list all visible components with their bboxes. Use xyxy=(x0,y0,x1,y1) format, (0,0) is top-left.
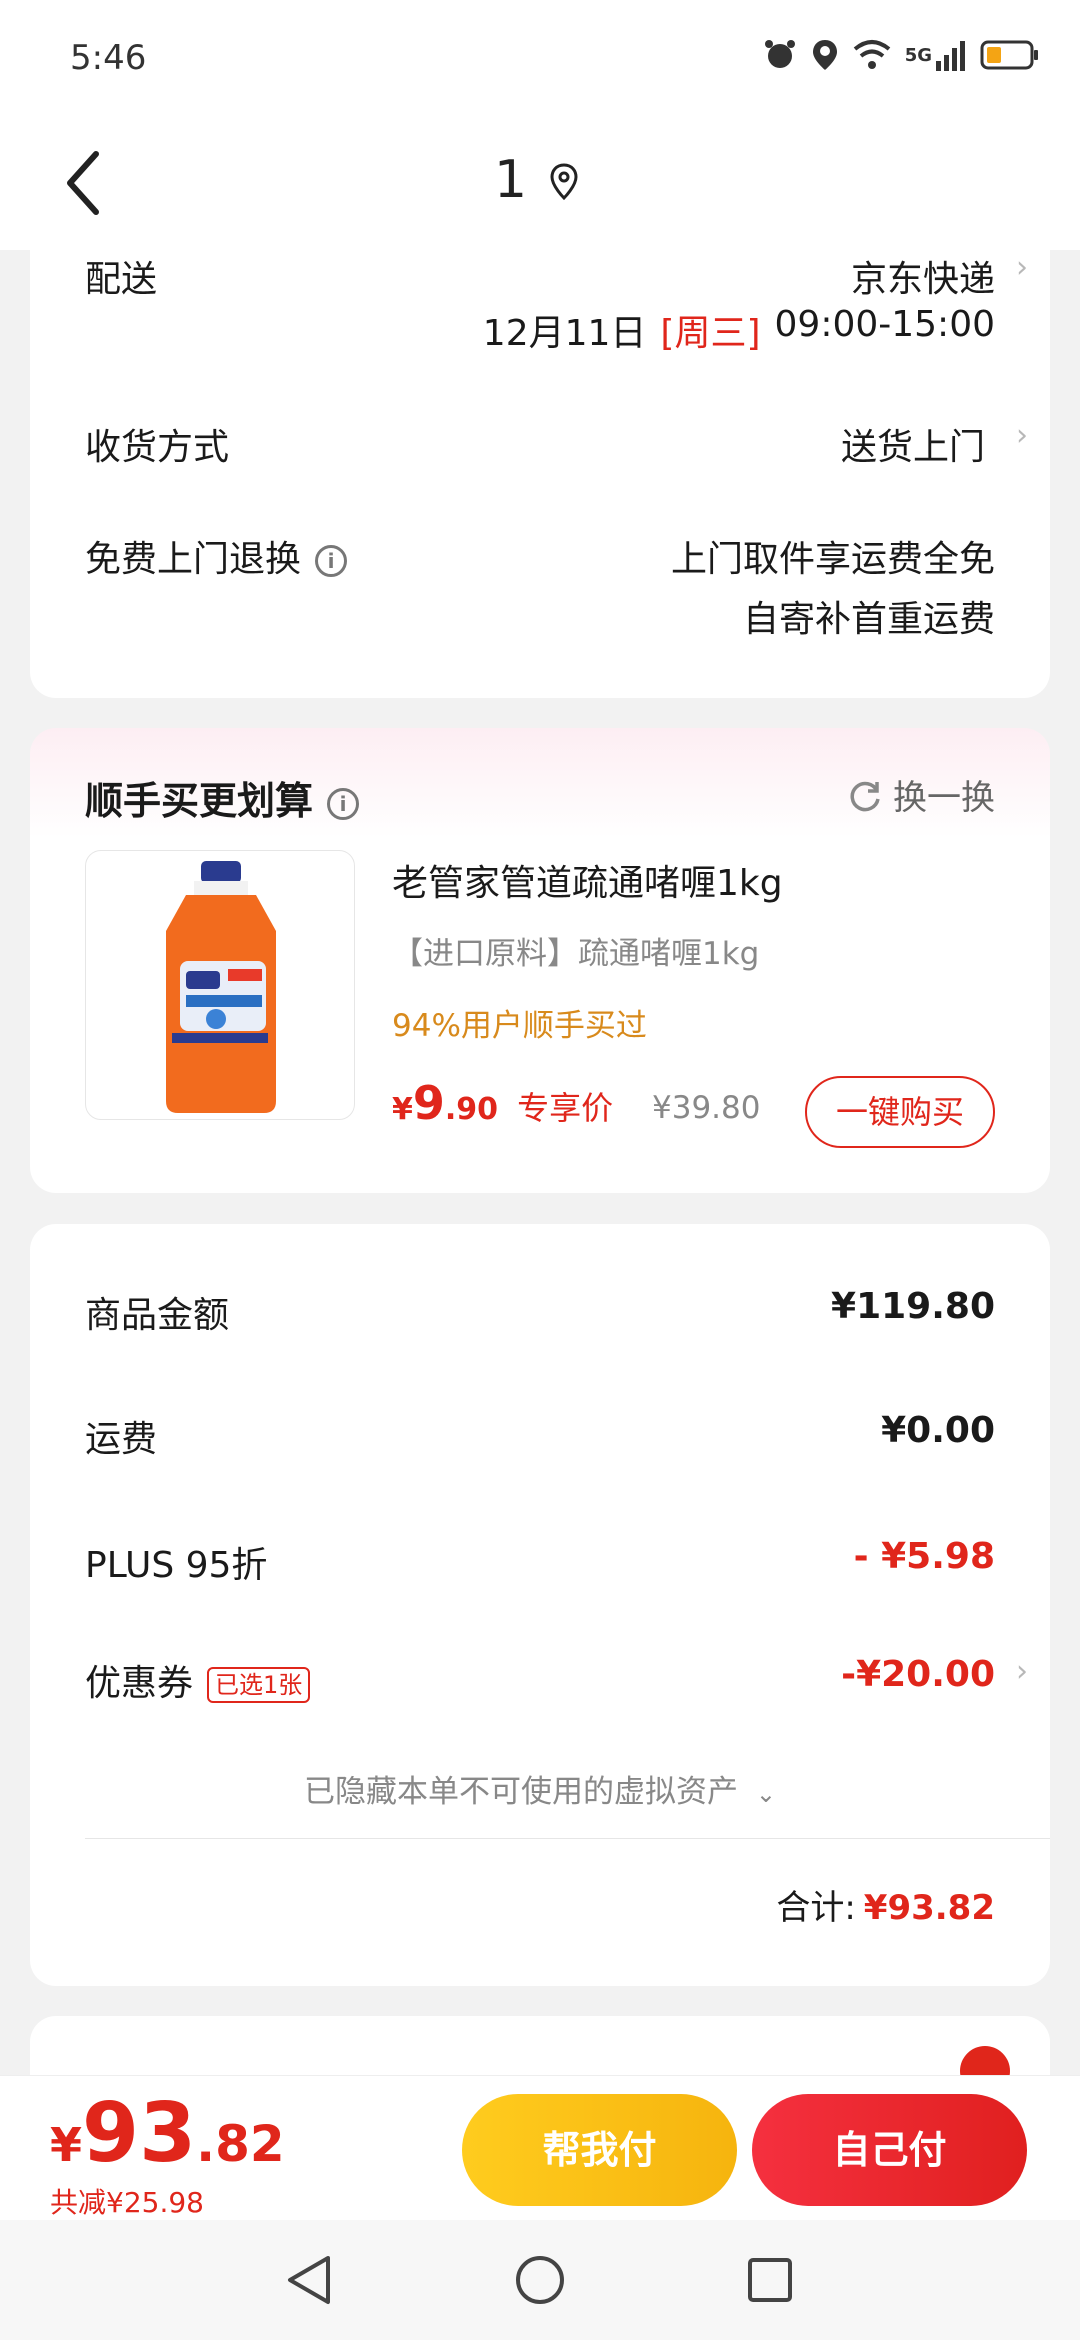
addon-title-text: 顺手买更划算 xyxy=(85,779,314,823)
checkout-saved: 共减¥25.98 xyxy=(50,2186,204,2219)
price-symbol: ¥ xyxy=(392,1092,413,1127)
original-price: ¥39.80 xyxy=(652,1090,761,1126)
delivery-card: 配送 京东快递 › 12月11日 [周三] 09:00-15:00 收货方式 送… xyxy=(30,250,1050,698)
plus-discount-label: PLUS 95折 xyxy=(85,1545,268,1586)
system-recents-icon[interactable] xyxy=(746,2256,794,2304)
summary-total: 合计: ¥93.82 xyxy=(776,1880,995,1929)
receive-method-label: 收货方式 xyxy=(85,427,230,468)
product-name[interactable]: 老管家管道疏通啫喱1kg xyxy=(392,854,783,906)
plus-discount-row: PLUS 95折 - ¥5.98 xyxy=(85,1536,995,1588)
status-time: 5:46 xyxy=(70,38,147,78)
location-icon xyxy=(812,40,837,70)
product-image[interactable] xyxy=(85,850,355,1120)
checkout-price-dec: .82 xyxy=(196,2115,285,2173)
free-return-line2-row: 自寄补首重运费 xyxy=(85,590,995,642)
refresh-button[interactable]: 换一换 xyxy=(847,770,995,819)
info-icon[interactable]: i xyxy=(315,545,348,577)
free-return-line2: 自寄补首重运费 xyxy=(742,599,995,640)
battery-icon xyxy=(980,40,1038,70)
shipping-row: 运费 ¥0.00 xyxy=(85,1410,995,1462)
shipping-value: ¥0.00 xyxy=(881,1410,995,1451)
coupon-label: 优惠券 xyxy=(85,1663,194,1704)
refresh-label: 换一换 xyxy=(893,778,995,818)
price-summary-card: 商品金额 ¥119.80 运费 ¥0.00 PLUS 95折 - ¥5.98 优… xyxy=(30,1224,1050,1986)
status-bar: 5:46 5G xyxy=(0,0,1080,120)
alarm-icon xyxy=(764,40,795,68)
chevron-down-icon: ⌄ xyxy=(755,1780,776,1808)
checkout-yen: ¥ xyxy=(50,2118,83,2172)
delivery-label: 配送 xyxy=(85,259,158,300)
social-proof: 94%用户顺手买过 xyxy=(392,1008,647,1044)
chevron-right-icon: › xyxy=(1016,250,1028,285)
delivery-time-window: 09:00-15:00 xyxy=(774,304,995,345)
goods-amount-value: ¥119.80 xyxy=(831,1286,995,1327)
receive-method-row[interactable]: 收货方式 送货上门 xyxy=(85,418,995,470)
refresh-icon xyxy=(850,781,880,811)
chevron-right-icon: › xyxy=(1016,1654,1028,1689)
summary-divider xyxy=(85,1838,1050,1839)
shipping-label: 运费 xyxy=(85,1419,158,1460)
addon-card: 顺手买更划算 i 换一换 老管家管道疏通啫喱1kg 【进口原料】疏通啫喱1kg 9… xyxy=(30,728,1050,1193)
product-bottle-image xyxy=(166,861,276,1113)
coupon-label-group: 优惠券 已选1张 xyxy=(85,1654,311,1706)
price-tag: 专享价 xyxy=(517,1089,614,1127)
delivery-time-row: 12月11日 [周三] 09:00-15:00 xyxy=(85,304,995,356)
coupon-value: -¥20.00 xyxy=(841,1654,995,1695)
delivery-carrier: 京东快递 xyxy=(850,259,995,300)
status-icons: 5G xyxy=(763,38,1040,72)
receive-method-value: 送货上门 xyxy=(840,427,985,468)
free-return-row: 免费上门退换 i 上门取件享运费全免 xyxy=(85,530,995,582)
plus-discount-value: - ¥5.98 xyxy=(853,1536,995,1577)
system-home-icon[interactable] xyxy=(514,2254,566,2306)
free-return-line1: 上门取件享运费全免 xyxy=(670,539,995,580)
nav-bar: 1 xyxy=(0,120,1080,250)
delivery-date: 12月11日 xyxy=(482,313,647,354)
system-back-icon[interactable] xyxy=(284,2254,334,2306)
hidden-assets-toggle[interactable]: 已隐藏本单不可使用的虚拟资产 ⌄ xyxy=(30,1766,1050,1811)
free-return-label: 免费上门退换 i xyxy=(85,530,348,582)
addon-title: 顺手买更划算 i xyxy=(85,770,360,825)
hidden-assets-text: 已隐藏本单不可使用的虚拟资产 xyxy=(304,1774,739,1810)
help-me-pay-button[interactable]: 帮我付 xyxy=(462,2094,737,2206)
back-arrow-icon[interactable] xyxy=(56,148,116,218)
network-label: 5G xyxy=(904,44,932,66)
product-subtitle: 【进口原料】疏通啫喱1kg xyxy=(392,936,760,972)
addon-price: ¥9.90 专享价 xyxy=(392,1076,613,1130)
price-integer: 9 xyxy=(412,1076,445,1130)
info-icon[interactable]: i xyxy=(327,787,360,820)
goods-amount-row: 商品金额 ¥119.80 xyxy=(85,1286,995,1338)
chevron-right-icon: › xyxy=(1016,418,1028,453)
goods-amount-label: 商品金额 xyxy=(85,1295,230,1336)
checkout-bar: ¥93.82 共减¥25.98 帮我付 自己付 xyxy=(0,2075,1080,2220)
system-nav-bar xyxy=(0,2220,1080,2340)
coupon-row[interactable]: 优惠券 已选1张 -¥20.00 xyxy=(85,1654,995,1706)
free-return-text: 免费上门退换 xyxy=(85,539,302,580)
coupon-selected-tag: 已选1张 xyxy=(207,1667,311,1703)
summary-total-label: 合计: xyxy=(776,1888,856,1928)
summary-total-value: ¥93.82 xyxy=(863,1888,995,1928)
checkout-total-price: ¥93.82 xyxy=(50,2086,285,2181)
wifi-icon xyxy=(853,40,890,69)
self-pay-button[interactable]: 自己付 xyxy=(752,2094,1027,2206)
one-click-buy-button[interactable]: 一键购买 xyxy=(805,1076,995,1148)
nav-title: 1 xyxy=(494,150,528,210)
delivery-weekday: [周三] xyxy=(660,313,761,354)
delivery-row[interactable]: 配送 京东快递 xyxy=(85,250,995,302)
checkout-price-int: 93 xyxy=(82,2086,197,2181)
location-pin-icon[interactable] xyxy=(548,162,580,202)
price-decimal: .90 xyxy=(444,1092,499,1127)
signal-icon xyxy=(936,41,965,71)
